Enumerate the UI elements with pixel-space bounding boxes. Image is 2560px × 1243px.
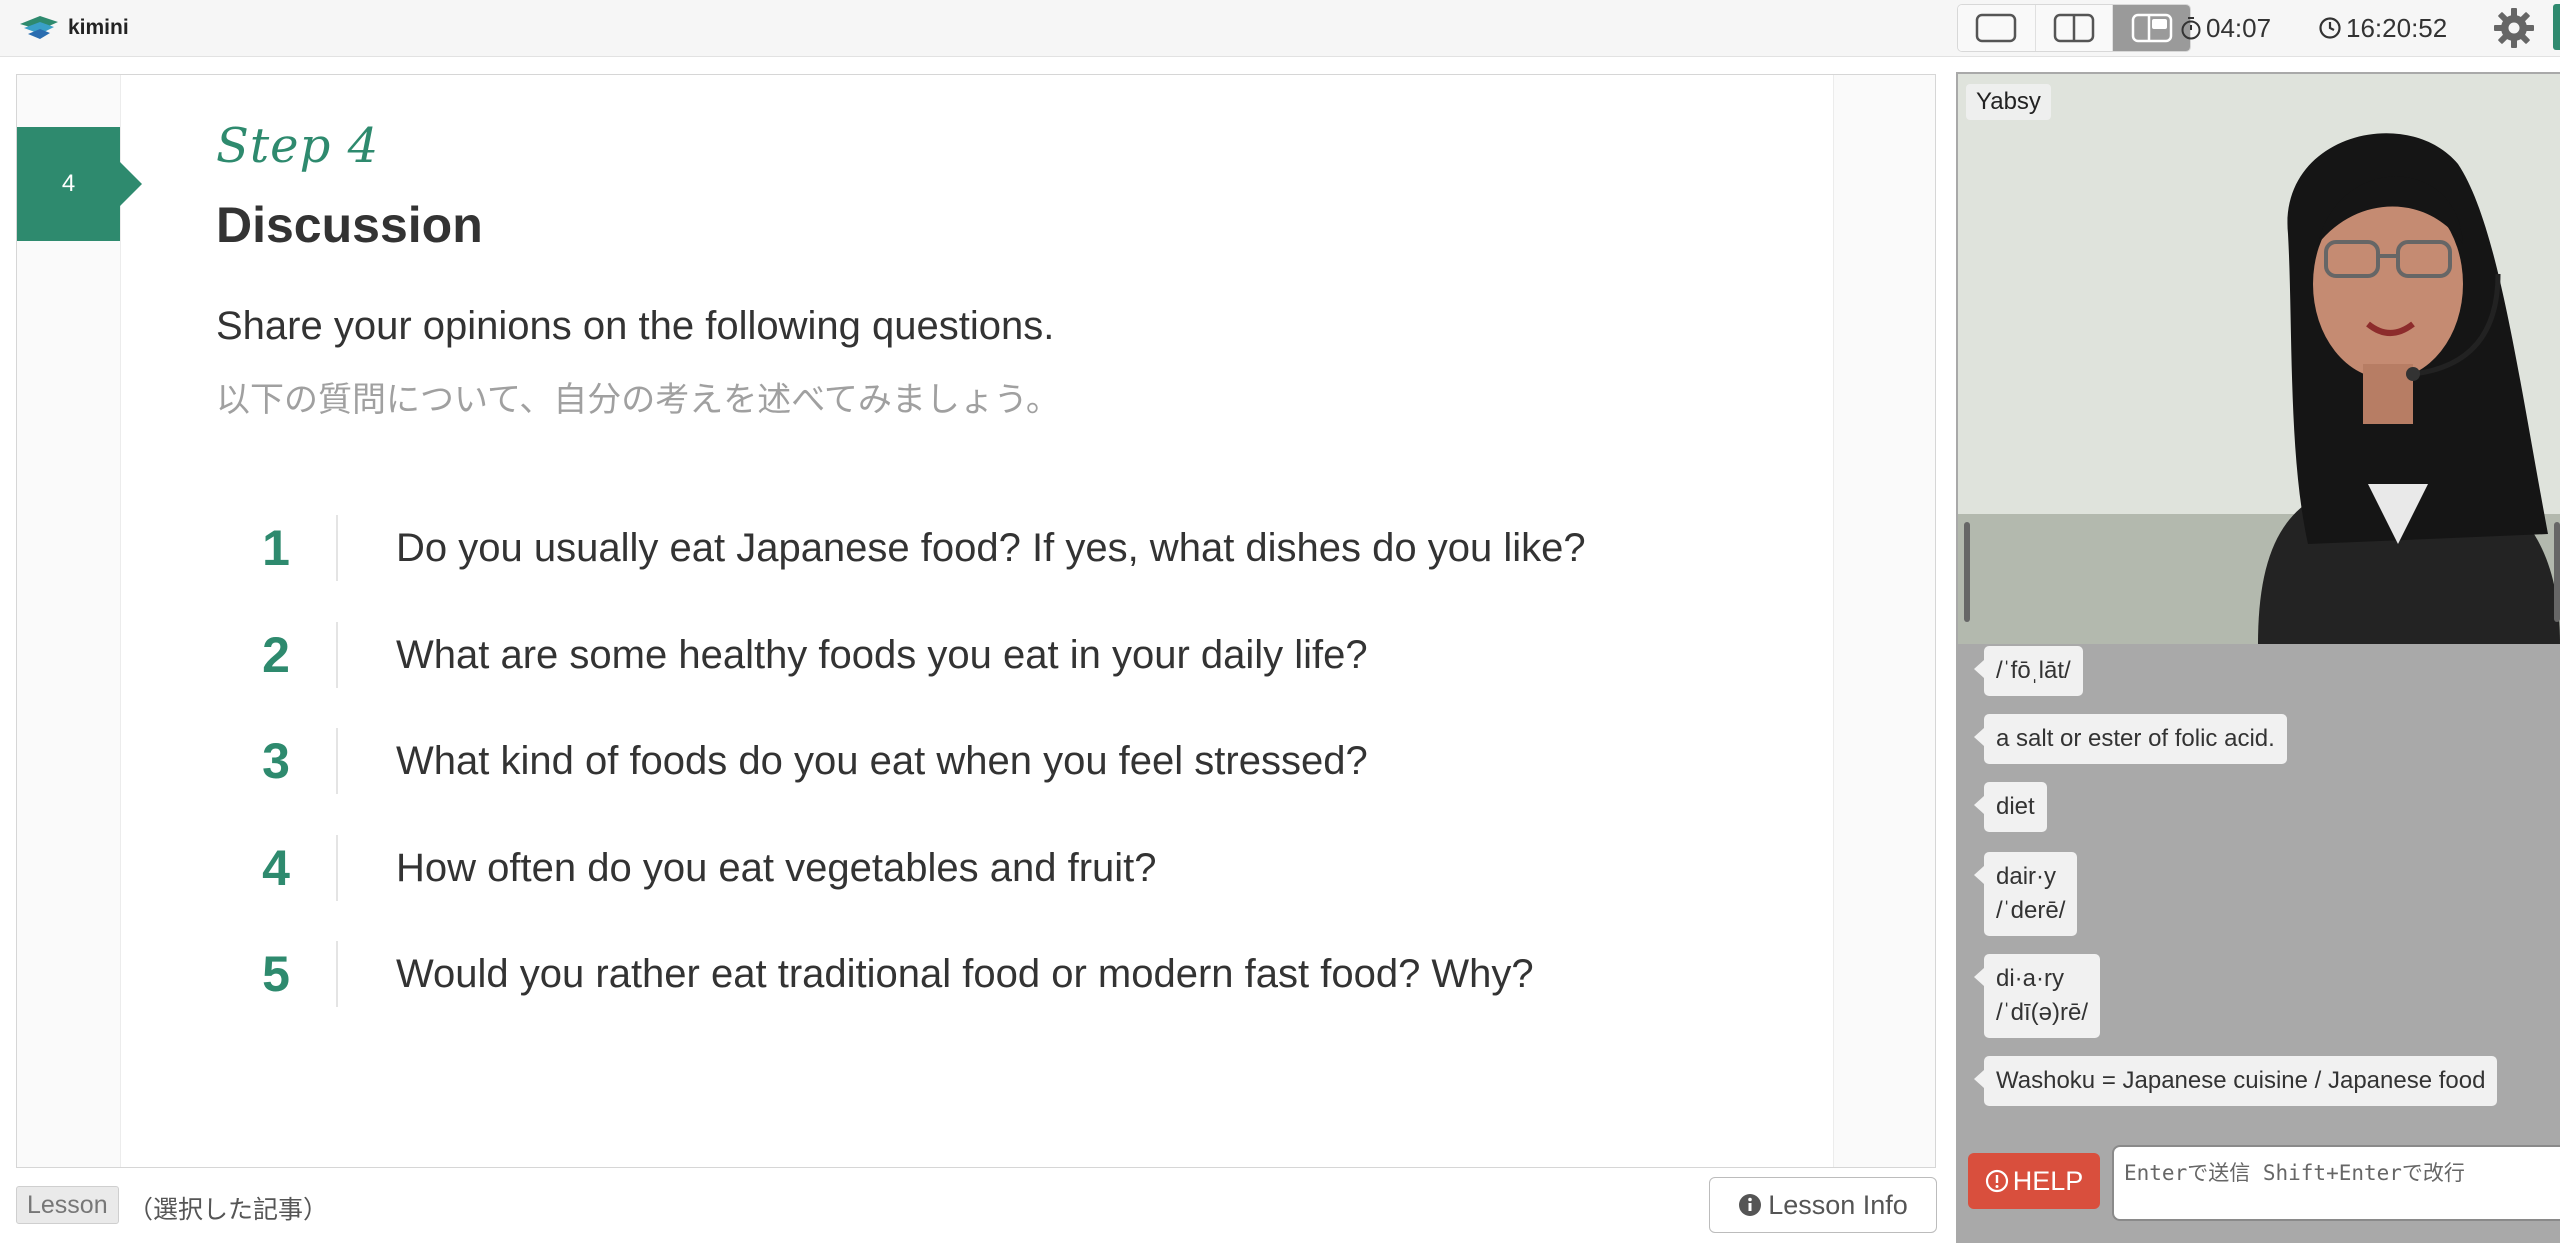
question-item: 5 Would you rather eat traditional food …	[216, 939, 1816, 1009]
chat-message-pronunciation: /ˈderē/	[1996, 897, 2066, 924]
question-text: Do you usually eat Japanese food? If yes…	[396, 525, 1586, 570]
kimini-logo-icon	[20, 16, 58, 39]
chat-message: /ˈfōˌlāt/	[1974, 646, 2083, 696]
chat-message-text: diet	[1996, 793, 2035, 820]
help-button[interactable]: HELP	[1968, 1153, 2100, 1209]
question-number: 5	[262, 946, 290, 1002]
question-number: 4	[262, 840, 290, 896]
selected-article-label: （選択した記事）	[128, 1195, 329, 1224]
alert-icon	[1985, 1169, 2008, 1193]
question-number: 3	[262, 733, 290, 789]
single-view-icon	[1976, 13, 2017, 43]
clock-icon	[2319, 17, 2341, 39]
chat-message: diet	[1974, 782, 2047, 832]
chat-log[interactable]: /ˈfōˌlāt/ a salt or ester of folic acid.…	[1958, 644, 2560, 1144]
page-title: Discussion	[216, 197, 483, 253]
question-divider	[336, 728, 338, 794]
question-text: Would you rather eat traditional food or…	[396, 951, 1534, 996]
picture-in-picture-view-button[interactable]	[2113, 5, 2190, 51]
chat-message-text: Washoku = Japanese cuisine / Japanese fo…	[1996, 1067, 2486, 1094]
question-item: 3 What kind of foods do you eat when you…	[216, 726, 1816, 796]
panel-edge-indicator	[2553, 4, 2560, 50]
question-divider	[336, 941, 338, 1007]
kimini-logo[interactable]: kimini	[18, 10, 129, 46]
chat-message-word: dair·y	[1996, 863, 2057, 890]
question-text: How often do you eat vegetables and frui…	[396, 845, 1157, 890]
chat-message: di·a·ry /ˈdī(ə)rē/	[1973, 954, 2101, 1038]
lesson-info-label: Lesson Info	[1768, 1189, 1908, 1220]
chat-message-text: /ˈfōˌlāt/	[1996, 657, 2071, 684]
instruction-japanese: 以下の質問について、自分の考えを述べてみましょう。	[216, 380, 1060, 420]
question-item: 4 How often do you eat vegetables and fr…	[216, 833, 1816, 903]
chat-message: a salt or ester of folic acid.	[1974, 714, 2287, 764]
video-scrollbar-right[interactable]	[2554, 522, 2560, 622]
lesson-tag[interactable]: Lesson	[16, 1186, 119, 1224]
question-item: 1 Do you usually eat Japanese food? If y…	[216, 513, 1816, 583]
step-number-tab: 4	[17, 127, 142, 241]
question-divider	[336, 622, 338, 688]
lesson-timer: 04:07	[2180, 10, 2271, 46]
tutor-video[interactable]: Yabsy	[1958, 74, 2560, 644]
clock-value: 16:20:52	[2346, 12, 2448, 43]
info-icon	[1739, 1194, 1762, 1216]
app-name: kimini	[68, 16, 129, 39]
question-number: 1	[262, 520, 290, 576]
current-time: 16:20:52	[2318, 10, 2447, 46]
stopwatch-icon	[2181, 17, 2201, 40]
gear-icon[interactable]	[2492, 6, 2536, 50]
top-bar: kimini 04:07 16:20:52	[0, 0, 2560, 57]
step-number: 4	[61, 170, 76, 197]
question-text: What are some healthy foods you eat in y…	[396, 632, 1368, 677]
instruction-english: Share your opinions on the following que…	[216, 304, 1055, 348]
tutor-video-image	[1958, 74, 2560, 644]
chat-input[interactable]	[2112, 1145, 2560, 1221]
chat-message: dair·y /ˈderē/	[1973, 852, 2078, 936]
step-label: Step 4	[216, 118, 380, 174]
split-view-icon	[2053, 13, 2095, 43]
chat-message: Washoku = Japanese cuisine / Japanese fo…	[1973, 1056, 2498, 1106]
question-divider	[336, 835, 338, 901]
question-number: 2	[262, 627, 290, 683]
question-item: 2 What are some healthy foods you eat in…	[216, 620, 1816, 690]
participant-name: Yabsy	[1966, 84, 2051, 120]
single-view-button[interactable]	[1958, 5, 2036, 51]
timer-value: 04:07	[2206, 12, 2272, 43]
help-label: HELP	[2012, 1165, 2084, 1196]
question-divider	[336, 515, 338, 581]
chat-message-pronunciation: /ˈdī(ə)rē/	[1996, 999, 2089, 1026]
question-text: What kind of foods do you eat when you f…	[396, 738, 1368, 783]
video-scrollbar-left[interactable]	[1964, 522, 1970, 622]
lesson-info-button[interactable]: Lesson Info	[1709, 1177, 1937, 1233]
chat-message-word: di·a·ry	[1996, 965, 2065, 992]
split-view-button[interactable]	[2035, 5, 2114, 51]
picture-in-picture-icon	[2131, 13, 2172, 43]
chat-message-text: a salt or ester of folic acid.	[1996, 725, 2275, 752]
layout-switcher	[1957, 4, 2191, 52]
